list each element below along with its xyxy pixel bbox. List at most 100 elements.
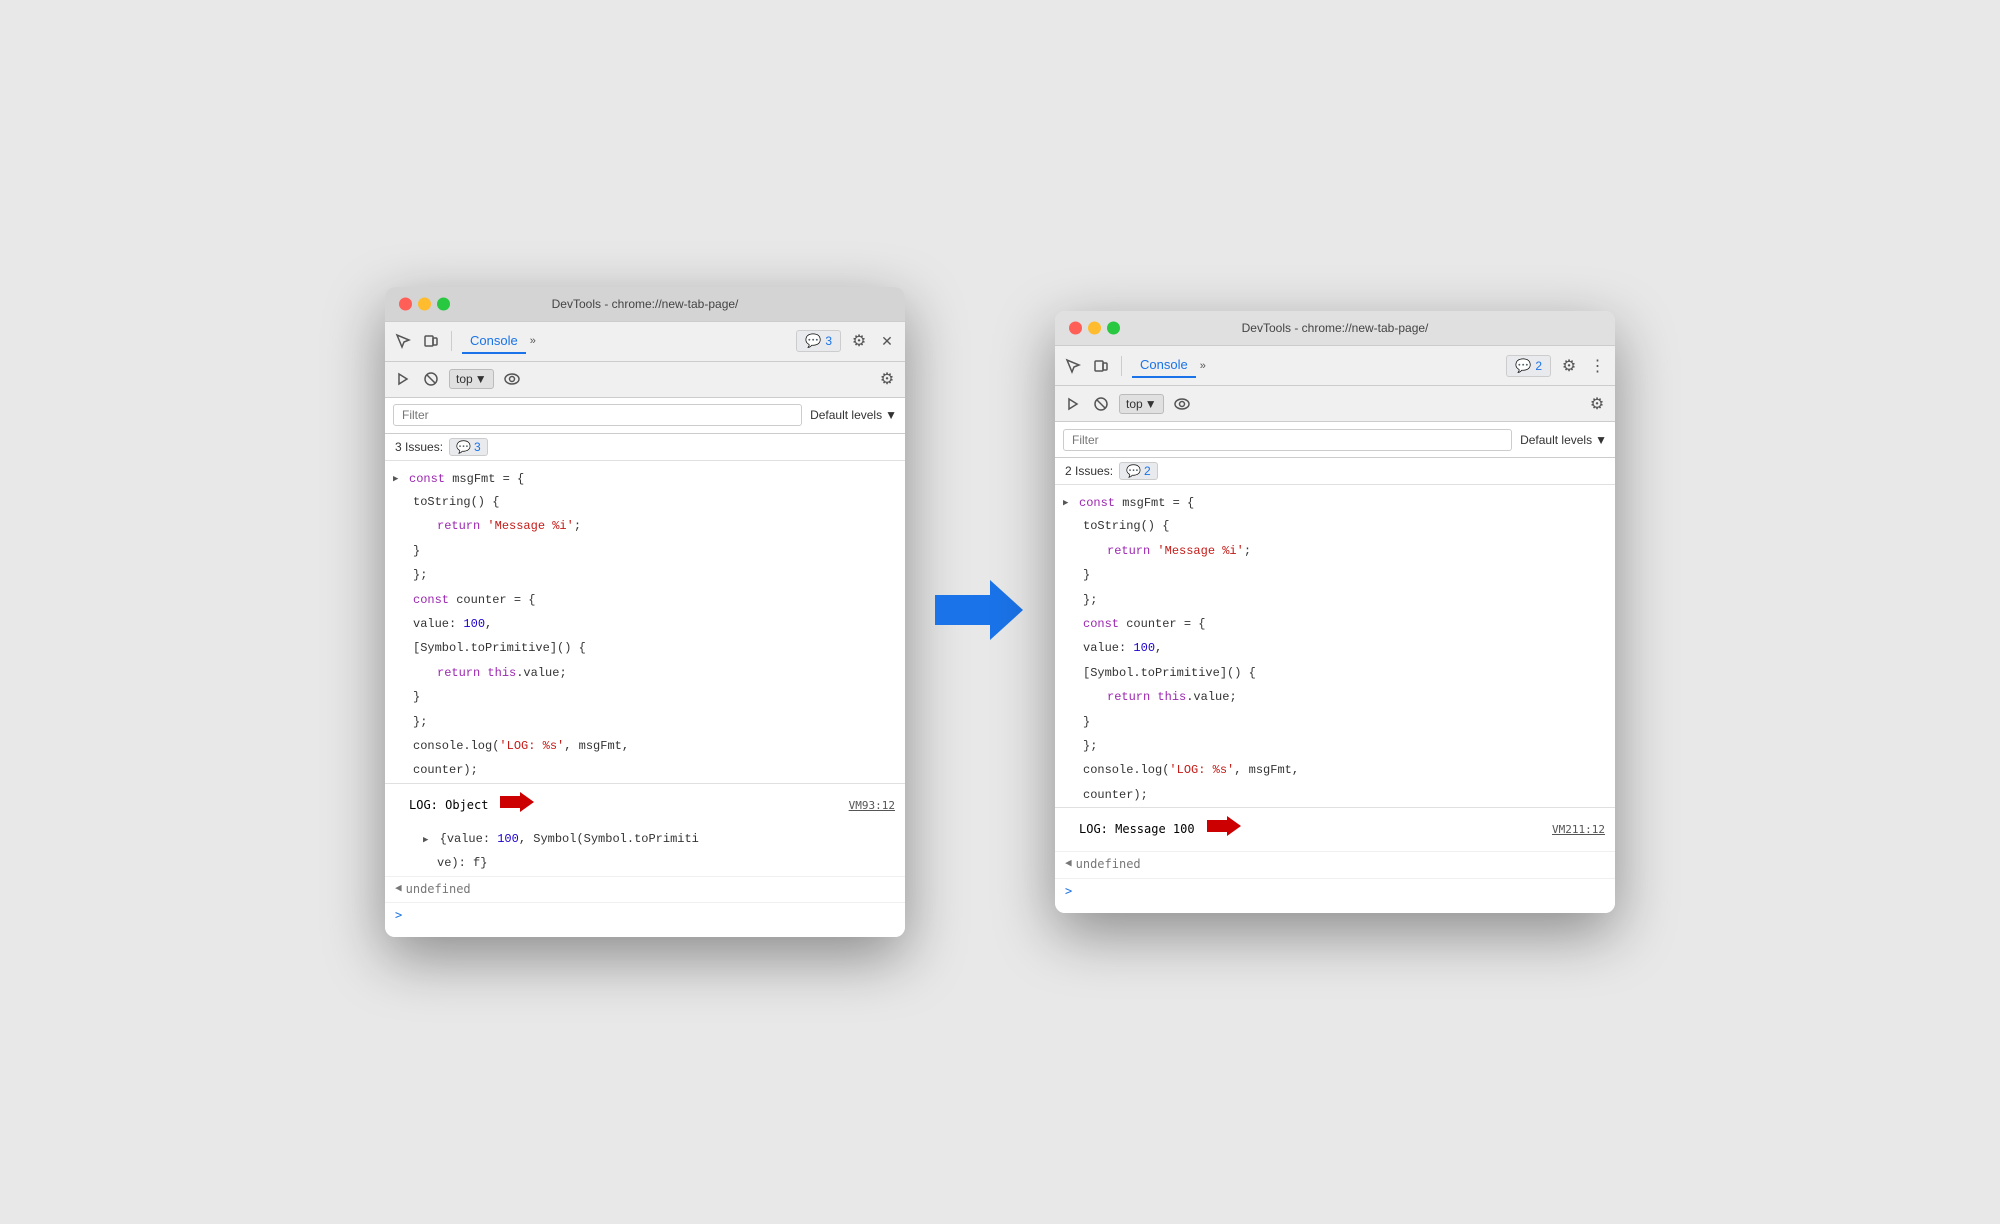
right-issues-badge[interactable]: 💬 2 <box>1506 355 1551 377</box>
right-run-icon[interactable] <box>1063 394 1083 414</box>
left-filter-input[interactable] <box>393 404 802 426</box>
left-code-line5: }; <box>385 563 905 587</box>
right-gear-icon[interactable]: ⚙ <box>1559 356 1579 376</box>
right-secondary-gear-icon[interactable]: ⚙ <box>1587 394 1607 414</box>
left-issues-count-badge[interactable]: 💬 3 <box>449 438 488 456</box>
left-window-title: DevTools - chrome://new-tab-page/ <box>552 297 739 311</box>
right-badge-count: 2 <box>1144 464 1151 478</box>
right-title-bar: DevTools - chrome://new-tab-page/ <box>1055 311 1615 346</box>
right-issues-count-badge[interactable]: 💬 2 <box>1119 462 1158 480</box>
left-main-toolbar: Console » 💬 3 ⚙ ✕ <box>385 322 905 362</box>
right-code-line7: value: 100, <box>1055 636 1615 660</box>
right-eye-icon[interactable] <box>1172 394 1192 414</box>
left-issues-badge[interactable]: 💬 3 <box>796 330 841 352</box>
right-secondary-toolbar: top ▼ ⚙ <box>1055 386 1615 422</box>
inspect-element-icon[interactable] <box>393 331 413 351</box>
left-code-line1: const msgFmt = { <box>385 469 905 490</box>
right-filter-input[interactable] <box>1063 429 1512 451</box>
left-secondary-toolbar: top ▼ ⚙ <box>385 362 905 398</box>
console-tab[interactable]: Console <box>462 329 526 354</box>
right-top-selector[interactable]: top ▼ <box>1119 394 1164 414</box>
right-code-line13: counter); <box>1055 783 1615 807</box>
issues-chat-icon: 💬 <box>805 333 821 349</box>
left-code-line13: counter); <box>385 758 905 782</box>
right-maximize-button[interactable] <box>1107 322 1120 335</box>
left-undefined-label: undefined <box>406 880 471 899</box>
left-issues-count: 3 <box>825 334 832 348</box>
left-badge-count: 3 <box>474 440 481 454</box>
left-default-levels-label: Default levels <box>810 408 882 422</box>
right-device-icon[interactable] <box>1091 356 1111 376</box>
blue-arrow <box>935 575 1025 650</box>
right-more-tabs-chevron[interactable]: » <box>1200 360 1206 372</box>
right-code-line12: console.log('LOG: %s', msgFmt, <box>1055 758 1615 782</box>
left-undefined-line: ◀ undefined <box>385 876 905 902</box>
minimize-button[interactable] <box>418 297 431 310</box>
right-prompt-line[interactable]: > <box>1055 878 1615 905</box>
left-code-line7: value: 100, <box>385 612 905 636</box>
right-top-dropdown-arrow: ▼ <box>1145 397 1157 411</box>
right-window-controls <box>1069 322 1120 335</box>
left-top-label: top <box>456 372 473 386</box>
left-secondary-gear-icon[interactable]: ⚙ <box>877 369 897 389</box>
right-code-line9: return this.value; <box>1055 685 1615 709</box>
right-undefined-label: undefined <box>1076 855 1141 874</box>
right-issues-chat-icon: 💬 <box>1515 358 1531 374</box>
left-window-controls <box>399 297 450 310</box>
left-console-area: const msgFmt = { toString() { return 'Me… <box>385 461 905 937</box>
right-code-line8: [Symbol.toPrimitive]() { <box>1055 661 1615 685</box>
right-toolbar-separator <box>1121 356 1122 376</box>
right-default-levels-label: Default levels <box>1520 433 1592 447</box>
left-filter-bar: Default levels ▼ <box>385 398 905 434</box>
left-issues-bar: 3 Issues: 💬 3 <box>385 434 905 461</box>
left-eye-icon[interactable] <box>502 369 522 389</box>
right-window-title: DevTools - chrome://new-tab-page/ <box>1242 321 1429 335</box>
left-prompt-symbol: > <box>395 908 402 922</box>
right-devtools-window: DevTools - chrome://new-tab-page/ Consol… <box>1055 311 1615 912</box>
right-code-line1: const msgFmt = { <box>1055 493 1615 514</box>
left-default-levels[interactable]: Default levels ▼ <box>810 408 897 422</box>
left-log-label: LOG: Object <box>409 796 488 815</box>
left-devtools-window: DevTools - chrome://new-tab-page/ Consol… <box>385 287 905 937</box>
left-prompt-line[interactable]: > <box>385 902 905 929</box>
right-clear-icon[interactable] <box>1091 394 1111 414</box>
left-code-line9: return this.value; <box>385 661 905 685</box>
right-issues-count: 2 <box>1535 359 1542 373</box>
left-top-dropdown-arrow: ▼ <box>475 372 487 386</box>
right-red-arrow-icon <box>1203 812 1243 847</box>
left-title-bar: DevTools - chrome://new-tab-page/ <box>385 287 905 322</box>
left-red-arrow-icon <box>496 788 536 823</box>
maximize-button[interactable] <box>437 297 450 310</box>
right-code-line10: } <box>1055 710 1615 734</box>
left-clear-icon[interactable] <box>421 369 441 389</box>
device-toolbar-icon[interactable] <box>421 331 441 351</box>
right-vm-link[interactable]: VM211:12 <box>1552 821 1605 839</box>
more-tabs-chevron[interactable]: » <box>530 335 536 347</box>
right-console-tab[interactable]: Console <box>1132 353 1196 378</box>
left-code-line10: } <box>385 685 905 709</box>
left-code-line6: const counter = { <box>385 588 905 612</box>
right-badge-chat-icon: 💬 <box>1126 464 1141 478</box>
right-levels-arrow: ▼ <box>1595 433 1607 447</box>
right-console-area: const msgFmt = { toString() { return 'Me… <box>1055 485 1615 912</box>
right-main-toolbar: Console » 💬 2 ⚙ ⋮ <box>1055 346 1615 386</box>
left-close-panel-icon[interactable]: ✕ <box>877 331 897 351</box>
right-code-line5: }; <box>1055 588 1615 612</box>
left-log-obj-line1: ▶ {value: 100, Symbol(Symbol.toPrimiti <box>385 827 905 851</box>
left-badge-chat-icon: 💬 <box>456 440 471 454</box>
right-minimize-button[interactable] <box>1088 322 1101 335</box>
left-vm-link[interactable]: VM93:12 <box>849 797 895 815</box>
left-gear-icon[interactable]: ⚙ <box>849 331 869 351</box>
left-code-line2: toString() { <box>385 490 905 514</box>
close-button[interactable] <box>399 297 412 310</box>
right-inspect-icon[interactable] <box>1063 356 1083 376</box>
right-code-line3: return 'Message %i'; <box>1055 539 1615 563</box>
right-log-label: LOG: Message 100 <box>1079 820 1195 839</box>
right-three-dots-icon[interactable]: ⋮ <box>1587 356 1607 376</box>
left-top-selector[interactable]: top ▼ <box>449 369 494 389</box>
right-close-button[interactable] <box>1069 322 1082 335</box>
left-run-icon[interactable] <box>393 369 413 389</box>
right-default-levels[interactable]: Default levels ▼ <box>1520 433 1607 447</box>
right-code-line11: }; <box>1055 734 1615 758</box>
right-code-line6: const counter = { <box>1055 612 1615 636</box>
